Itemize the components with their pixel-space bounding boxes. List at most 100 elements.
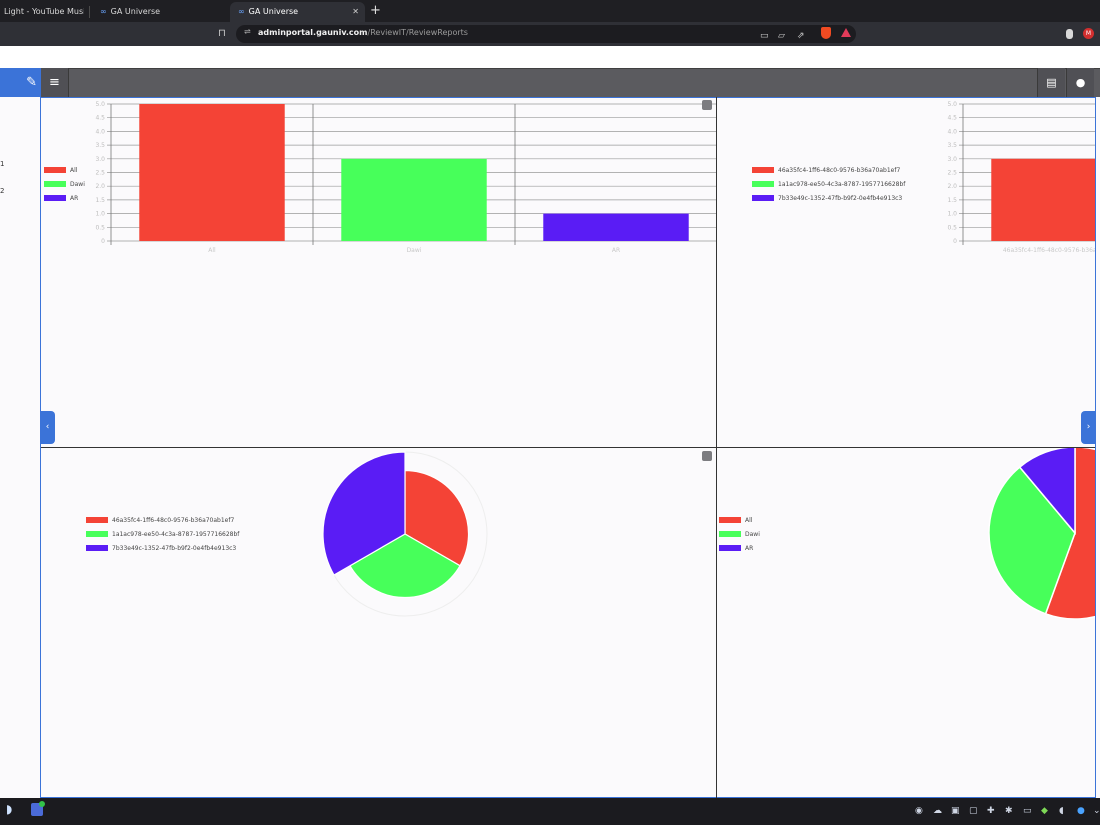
- profile-avatar-icon[interactable]: M: [1083, 28, 1094, 39]
- new-tab-button[interactable]: +: [370, 3, 381, 19]
- nvidia-icon[interactable]: ◆: [1041, 806, 1048, 816]
- widget-options-button[interactable]: [702, 100, 712, 110]
- tab-ga-universe-active[interactable]: ∞ GA Universe ✕: [230, 2, 365, 22]
- y-tick-label: 3.0: [95, 156, 105, 163]
- legend-item[interactable]: Dawi: [44, 177, 85, 191]
- legend-label: All: [745, 516, 753, 524]
- y-tick-label: 0: [101, 238, 105, 245]
- brave-shield-icon[interactable]: [821, 27, 831, 39]
- tab-label: Light - YouTube Music: [4, 7, 84, 16]
- legend-swatch: [86, 531, 108, 537]
- legend-item[interactable]: AR: [44, 191, 85, 205]
- legend-label: 7b33e49c-1352-47fb-b9f2-0e4fb4e913c3: [112, 544, 237, 552]
- legend-swatch: [719, 545, 741, 551]
- y-tick-label: 4.5: [95, 115, 105, 122]
- y-tick-label: 2.5: [95, 170, 105, 177]
- legend-item[interactable]: 1a1ac978-ee50-4c3a-8787-1957716628bf: [752, 177, 905, 191]
- legend-swatch: [719, 531, 741, 537]
- site-info-icon[interactable]: ⇌: [244, 27, 251, 36]
- legend-item[interactable]: Dawi: [719, 527, 760, 541]
- account-button[interactable]: ●: [1066, 68, 1094, 97]
- pie-chart-all-dawi-ar: [988, 448, 1095, 620]
- cloud-icon[interactable]: ☁: [933, 806, 942, 816]
- audio-icon[interactable]: ◖: [1059, 806, 1064, 816]
- y-tick-label: 2.0: [947, 183, 957, 190]
- chart2-legend: 46a35fc4-1ff6-48c0-9576-b36a70ab1ef7 1a1…: [752, 163, 905, 205]
- sidebar-item-label[interactable]: 2: [0, 187, 4, 195]
- legend-label: AR: [745, 544, 754, 552]
- address-bar: ⊓ ⇌ adminportal.gauniv.com/ReviewIT/Revi…: [0, 22, 1100, 46]
- y-tick-label: 3.5: [95, 142, 105, 149]
- y-tick-label: 4.0: [947, 128, 957, 135]
- chevron-down-icon[interactable]: ⌄: [1093, 806, 1100, 816]
- os-taskbar: ◗ ◉ ☁ ▣ ▢ ✚ ✱ ▭ ◆ ◖ ● ⌄: [0, 798, 1100, 825]
- chevron-left-icon: ‹: [45, 422, 50, 432]
- y-tick-label: 3.5: [947, 142, 957, 149]
- legend-swatch: [719, 517, 741, 523]
- close-tab-icon[interactable]: ✕: [352, 2, 359, 21]
- y-tick-label: 1.5: [95, 197, 105, 204]
- legend-item[interactable]: 7b33e49c-1352-47fb-b9f2-0e4fb4e913c3: [86, 541, 239, 555]
- chat-icon: ▤: [1046, 76, 1057, 89]
- account-circle-icon: ●: [1075, 76, 1086, 89]
- hamburger-menu-icon: ≡: [49, 75, 60, 90]
- window-icon[interactable]: ▢: [969, 806, 978, 816]
- bar: [139, 104, 285, 241]
- edit-button[interactable]: ✎: [0, 68, 41, 97]
- legend-item[interactable]: 46a35fc4-1ff6-48c0-9576-b36a70ab1ef7: [86, 513, 239, 527]
- legend-label: All: [70, 166, 78, 174]
- window-icon[interactable]: ▭: [760, 31, 769, 41]
- url-path: /ReviewIT/ReviewReports: [367, 28, 468, 37]
- browser-tab-strip: Light - YouTube Music ∞ GA Universe ∞ GA U…: [0, 0, 1100, 22]
- url-field[interactable]: ⇌ adminportal.gauniv.com/ReviewIT/Review…: [236, 25, 856, 43]
- network-icon[interactable]: ●: [1077, 806, 1085, 816]
- sidebar-item-label[interactable]: 1: [0, 160, 4, 168]
- cast-icon[interactable]: ▱: [778, 31, 785, 41]
- sidebar: 1 2: [0, 97, 40, 797]
- grid-divider-horizontal: [41, 447, 1095, 448]
- brave-rewards-icon[interactable]: [841, 28, 851, 37]
- y-tick-label: 4.0: [95, 128, 105, 135]
- tab-youtube-music[interactable]: Light - YouTube Music: [0, 2, 84, 22]
- chevron-right-icon: ›: [1086, 422, 1091, 432]
- chart3-legend: 46a35fc4-1ff6-48c0-9576-b36a70ab1ef7 1a1…: [86, 513, 239, 555]
- legend-label: 46a35fc4-1ff6-48c0-9576-b36a70ab1ef7: [112, 516, 235, 524]
- previous-page-button[interactable]: ‹: [40, 411, 55, 444]
- legend-item[interactable]: 1a1ac978-ee50-4c3a-8787-1957716628bf: [86, 527, 239, 541]
- puzzle-icon[interactable]: ✚: [987, 806, 995, 816]
- legend-swatch: [752, 195, 774, 201]
- discord-icon[interactable]: ◉: [915, 806, 923, 816]
- legend-item[interactable]: 46a35fc4-1ff6-48c0-9576-b36a70ab1ef7: [752, 163, 905, 177]
- bar: [991, 158, 1095, 241]
- bar: [341, 158, 487, 241]
- chart1-legend: All Dawi AR: [44, 163, 85, 205]
- tab-ga-universe[interactable]: ∞ GA Universe: [92, 2, 228, 22]
- y-tick-label: 5.0: [947, 101, 957, 108]
- tab-separator: [89, 6, 90, 18]
- y-tick-label: 1.0: [95, 211, 105, 218]
- app-icon[interactable]: ▣: [951, 806, 960, 816]
- legend-swatch: [86, 517, 108, 523]
- settings-icon[interactable]: ✱: [1005, 806, 1013, 816]
- ga-favicon-icon: ∞: [100, 7, 107, 16]
- display-icon[interactable]: ▭: [1023, 806, 1032, 816]
- legend-item[interactable]: 7b33e49c-1352-47fb-b9f2-0e4fb4e913c3: [752, 191, 905, 205]
- x-tick-label: 46a35fc4-1ff6-48c0-9576-b36a70ab1ef7: [1003, 247, 1095, 254]
- legend-item[interactable]: All: [44, 163, 85, 177]
- legend-label: AR: [70, 194, 79, 202]
- x-tick-label: All: [208, 247, 216, 254]
- chart4-legend: All Dawi AR: [719, 513, 760, 555]
- bookmark-icon[interactable]: ⊓: [218, 28, 226, 39]
- legend-swatch: [752, 181, 774, 187]
- chat-button[interactable]: ▤: [1037, 68, 1065, 97]
- y-tick-label: 4.5: [947, 115, 957, 122]
- extension-icon[interactable]: [1066, 29, 1073, 39]
- legend-item[interactable]: AR: [719, 541, 760, 555]
- share-icon[interactable]: ⇗: [797, 31, 805, 41]
- widget-options-button[interactable]: [702, 451, 712, 461]
- steam-icon[interactable]: ◗: [6, 803, 12, 815]
- url-text: adminportal.gauniv.com/ReviewIT/ReviewRe…: [258, 28, 468, 37]
- menu-button[interactable]: ≡: [41, 68, 69, 97]
- legend-item[interactable]: All: [719, 513, 760, 527]
- next-page-button[interactable]: ›: [1081, 411, 1096, 444]
